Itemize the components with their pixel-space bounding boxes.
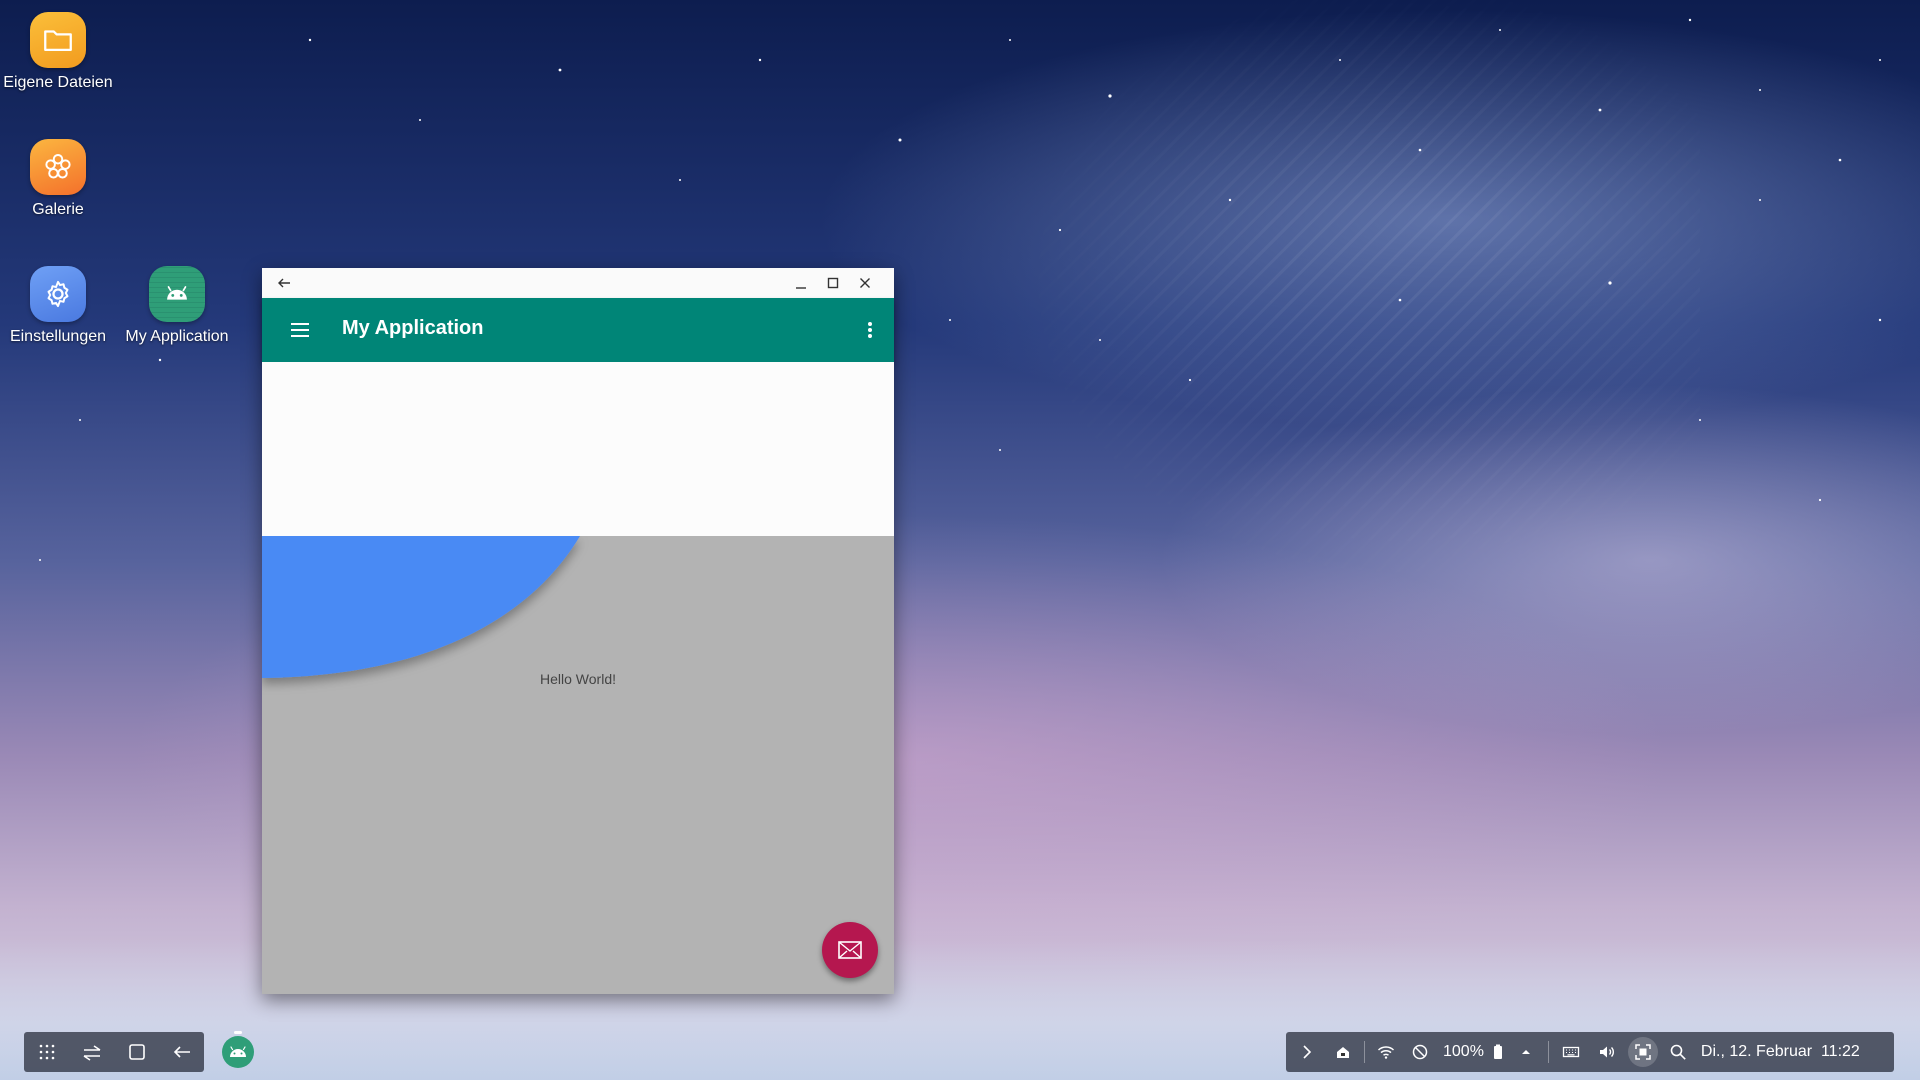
desktop-icon-label: Eigene Dateien <box>3 74 113 91</box>
desktop-icon-eigene-dateien[interactable]: Eigene Dateien <box>0 12 118 92</box>
screenshot-icon <box>1635 1044 1651 1060</box>
search-icon <box>1670 1044 1686 1060</box>
back-icon <box>173 1046 190 1058</box>
tray-separator <box>1547 1041 1549 1063</box>
desktop-icon-galerie[interactable]: Galerie <box>0 139 118 219</box>
recent-apps-button[interactable] <box>76 1036 108 1068</box>
app-title: My Application <box>342 317 484 339</box>
taskbar-running-app[interactable] <box>218 1031 258 1072</box>
secure-folder-button[interactable] <box>1326 1032 1360 1072</box>
apps-button[interactable] <box>31 1036 63 1068</box>
hello-world-text: Hello World! <box>540 671 616 687</box>
minimize-icon <box>796 287 806 289</box>
back-button[interactable] <box>166 1036 198 1068</box>
keyboard-button[interactable] <box>1553 1032 1589 1072</box>
notifications-toggle[interactable] <box>1508 1032 1544 1072</box>
more-vert-icon <box>868 322 872 338</box>
clock-datetime[interactable]: Di., 12. Februar 11:22 <box>1695 1032 1860 1072</box>
window-titlebar[interactable] <box>262 268 894 298</box>
chevron-right-icon <box>1303 1045 1312 1059</box>
app-toolbar: My Application <box>262 298 894 362</box>
desktop-icon-label: My Application <box>125 328 229 345</box>
hamburger-icon <box>291 323 309 337</box>
recent-apps-icon <box>83 1045 100 1061</box>
system-tray: 100% Di., 12. Februar 11:22 <box>1286 1032 1894 1072</box>
wifi-icon <box>1377 1046 1395 1059</box>
hamburger-menu-button[interactable] <box>286 316 314 344</box>
apps-grid-icon <box>39 1044 54 1060</box>
window-close-button[interactable] <box>849 268 881 298</box>
desktop-icon-my-application[interactable]: My Application <box>117 266 237 346</box>
arrow-left-icon <box>278 278 290 288</box>
maximize-icon <box>827 277 839 289</box>
window-back-button[interactable] <box>268 268 300 298</box>
battery-status[interactable] <box>1488 1032 1508 1072</box>
window-minimize-button[interactable] <box>785 268 817 298</box>
do-not-disturb-status[interactable] <box>1403 1032 1437 1072</box>
flower-icon <box>30 139 86 195</box>
battery-icon <box>1493 1044 1502 1059</box>
window-maximize-button[interactable] <box>817 268 849 298</box>
desktop-icon-label: Galerie <box>32 201 84 218</box>
mail-fab-button[interactable] <box>822 922 878 978</box>
desktop-icon-label: Einstellungen <box>9 328 107 345</box>
overflow-menu-button[interactable] <box>858 316 882 344</box>
content-header-area <box>262 362 894 536</box>
volume-icon <box>1599 1046 1614 1058</box>
desktop-icon-einstellungen[interactable]: Einstellungen <box>0 266 118 346</box>
running-indicator <box>234 1031 242 1034</box>
search-button[interactable] <box>1661 1032 1695 1072</box>
android-icon <box>149 266 205 322</box>
volume-button[interactable] <box>1589 1032 1625 1072</box>
wifi-status[interactable] <box>1369 1032 1403 1072</box>
content-main-area: Hello World! <box>262 536 894 994</box>
battery-percent: 100% <box>1443 1043 1484 1060</box>
folder-icon <box>30 12 86 68</box>
home-button[interactable] <box>121 1036 153 1068</box>
home-icon <box>128 1044 145 1060</box>
gear-icon <box>30 266 86 322</box>
app-window: My Application Hello World! <box>262 268 894 994</box>
keyboard-icon <box>1562 1046 1580 1058</box>
close-icon <box>860 278 870 288</box>
screenshot-button[interactable] <box>1627 1037 1658 1067</box>
home-lock-icon <box>1337 1047 1349 1058</box>
tray-expand-button[interactable] <box>1286 1032 1326 1072</box>
mail-icon <box>838 941 862 959</box>
android-icon <box>222 1036 254 1068</box>
do-not-disturb-icon <box>1412 1044 1428 1060</box>
caret-up-icon <box>1521 1050 1530 1054</box>
tray-separator <box>1364 1041 1365 1063</box>
taskbar-nav-group <box>24 1032 204 1072</box>
blue-quarter-shape <box>262 536 580 678</box>
